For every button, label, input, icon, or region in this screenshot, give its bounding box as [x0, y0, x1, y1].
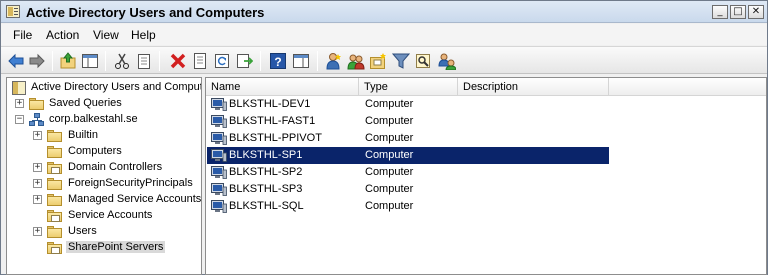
cell-name: BLKSTHL-SP3	[229, 183, 303, 195]
menu-bar: File Action View Help	[1, 24, 767, 45]
tree-item-label: Computers	[68, 145, 122, 157]
ou-folder-icon	[47, 162, 63, 174]
expand-icon[interactable]: +	[33, 163, 42, 172]
new-user-icon[interactable]	[325, 52, 343, 70]
folder-icon	[29, 98, 45, 110]
collapse-icon[interactable]: −	[15, 115, 24, 124]
list-row[interactable]: BLKSTHL-SP2 Computer	[207, 164, 609, 181]
export-list-icon[interactable]	[235, 52, 253, 70]
svg-text:?: ?	[274, 55, 281, 69]
list-row[interactable]: BLKSTHL-SP1 Computer	[207, 147, 609, 164]
computer-icon	[211, 200, 227, 213]
menu-help[interactable]: Help	[131, 28, 156, 42]
directory-root-icon	[11, 81, 27, 95]
expand-icon[interactable]: +	[33, 131, 42, 140]
list-row[interactable]: BLKSTHL-FAST1 Computer	[207, 113, 609, 130]
details-list[interactable]: Name Type Description BLKSTHL-DEV1 Comput…	[205, 77, 767, 275]
new-ou-icon[interactable]	[369, 52, 387, 70]
new-group-icon[interactable]	[347, 52, 365, 70]
minimize-button[interactable]: _	[712, 5, 728, 19]
tree-item-label: corp.balkestahl.se	[49, 113, 138, 125]
help-icon[interactable]: ?	[269, 52, 287, 70]
expand-icon[interactable]: +	[15, 99, 24, 108]
cell-name: BLKSTHL-DEV1	[229, 98, 311, 110]
folder-icon	[47, 194, 63, 206]
cell-type: Computer	[365, 166, 414, 178]
tree-item-label-selected: SharePoint Servers	[66, 241, 166, 253]
title-bar[interactable]: Active Directory Users and Computers _ □…	[1, 1, 767, 23]
tree-root-label: Active Directory Users and Comput	[31, 81, 202, 93]
tree-item-label: ForeignSecurityPrincipals	[68, 177, 193, 189]
tree-item-label: Builtin	[68, 129, 98, 141]
column-header-description[interactable]: Description	[458, 78, 609, 96]
forward-arrow-icon[interactable]	[28, 52, 46, 70]
up-folder-icon[interactable]	[59, 52, 77, 70]
show-hide-console-tree-icon[interactable]	[81, 52, 99, 70]
window-title: Active Directory Users and Computers	[26, 5, 265, 20]
copy-icon[interactable]	[135, 52, 153, 70]
tree-item-label: Domain Controllers	[68, 161, 163, 173]
menu-file[interactable]: File	[13, 28, 32, 42]
console-tree[interactable]: Active Directory Users and Comput + Save…	[6, 77, 202, 275]
cell-name: BLKSTHL-PPIVOT	[229, 132, 322, 144]
tree-item-label: Users	[68, 225, 97, 237]
computer-icon	[211, 149, 227, 162]
computer-icon	[211, 98, 227, 111]
cell-name: BLKSTHL-FAST1	[229, 115, 316, 127]
menu-view[interactable]: View	[93, 28, 119, 42]
filter-icon[interactable]	[392, 52, 410, 70]
find-icon[interactable]	[414, 52, 432, 70]
cell-type: Computer	[365, 183, 414, 195]
back-arrow-icon[interactable]	[7, 52, 25, 70]
cell-type: Computer	[365, 149, 414, 161]
ou-folder-icon	[47, 242, 63, 254]
folder-icon	[47, 178, 63, 190]
tree-item-label: Managed Service Accounts	[68, 193, 202, 205]
folder-icon	[47, 146, 63, 158]
properties-icon[interactable]	[191, 52, 209, 70]
expand-icon[interactable]: +	[33, 227, 42, 236]
cut-icon[interactable]	[113, 52, 131, 70]
menu-action[interactable]: Action	[46, 28, 79, 42]
refresh-icon[interactable]	[213, 52, 231, 70]
list-row[interactable]: BLKSTHL-PPIVOT Computer	[207, 130, 609, 147]
computer-icon	[211, 132, 227, 145]
cell-name: BLKSTHL-SP2	[229, 166, 303, 178]
directory-app-icon	[6, 5, 20, 18]
computer-icon	[211, 166, 227, 179]
folder-icon	[47, 130, 63, 142]
app-window: Active Directory Users and Computers _ □…	[0, 0, 768, 275]
folder-icon	[47, 226, 63, 238]
add-to-group-icon[interactable]	[438, 52, 456, 70]
tree-item-label: Service Accounts	[68, 209, 153, 221]
computer-icon	[211, 115, 227, 128]
computer-icon	[211, 183, 227, 196]
delete-icon[interactable]	[169, 52, 187, 70]
list-header: Name Type Description	[206, 78, 766, 96]
close-button[interactable]: ✕	[748, 5, 764, 19]
toolbar: ?	[1, 46, 767, 74]
ou-folder-icon	[47, 210, 63, 222]
cell-type: Computer	[365, 200, 414, 212]
column-header-name[interactable]: Name	[206, 78, 359, 96]
expand-icon[interactable]: +	[33, 195, 42, 204]
list-row[interactable]: BLKSTHL-DEV1 Computer	[207, 96, 609, 113]
list-row[interactable]: BLKSTHL-SQL Computer	[207, 198, 609, 215]
domain-icon	[29, 113, 45, 127]
cell-name: BLKSTHL-SQL	[229, 200, 304, 212]
cell-type: Computer	[365, 115, 414, 127]
tree-item-label: Saved Queries	[49, 97, 122, 109]
column-header-type[interactable]: Type	[359, 78, 458, 96]
cell-type: Computer	[365, 98, 414, 110]
cell-type: Computer	[365, 132, 414, 144]
expand-icon[interactable]: +	[33, 179, 42, 188]
maximize-button[interactable]: □	[730, 5, 746, 19]
action-pane-icon[interactable]	[292, 52, 310, 70]
cell-name: BLKSTHL-SP1	[229, 149, 303, 161]
list-row[interactable]: BLKSTHL-SP3 Computer	[207, 181, 609, 198]
